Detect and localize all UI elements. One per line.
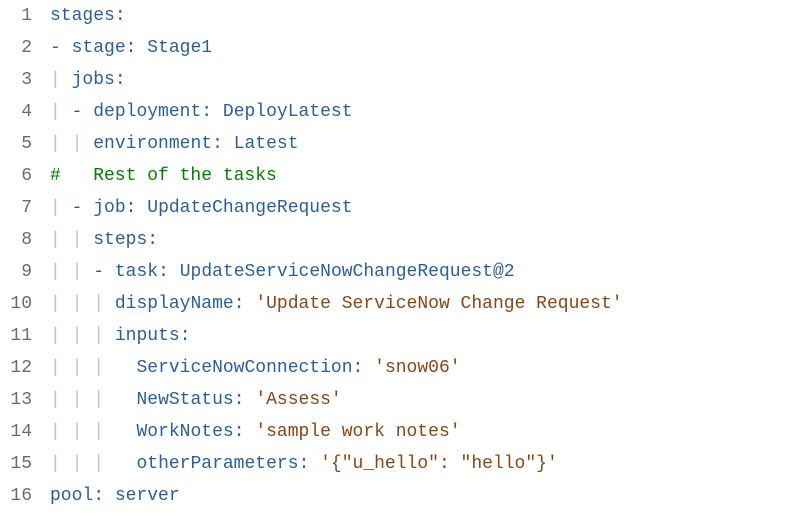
line-number: 13 bbox=[0, 384, 32, 416]
code-content[interactable]: stages:- stage: Stage1| jobs:| - deploym… bbox=[50, 0, 623, 513]
code-line: | - job: UpdateChangeRequest bbox=[50, 192, 623, 224]
line-number: 16 bbox=[0, 480, 32, 512]
code-line: | | | ServiceNowConnection: 'snow06' bbox=[50, 352, 623, 384]
line-number: 1 bbox=[0, 0, 32, 32]
code-line: | | environment: Latest bbox=[50, 128, 623, 160]
line-number: 10 bbox=[0, 288, 32, 320]
line-number: 7 bbox=[0, 192, 32, 224]
line-number: 8 bbox=[0, 224, 32, 256]
code-line: | | | NewStatus: 'Assess' bbox=[50, 384, 623, 416]
code-line: # Rest of the tasks bbox=[50, 160, 623, 192]
line-number: 3 bbox=[0, 64, 32, 96]
code-line: | | | displayName: 'Update ServiceNow Ch… bbox=[50, 288, 623, 320]
code-line: - stage: Stage1 bbox=[50, 32, 623, 64]
code-line: | | - task: UpdateServiceNowChangeReques… bbox=[50, 256, 623, 288]
line-number: 12 bbox=[0, 352, 32, 384]
code-line: | jobs: bbox=[50, 64, 623, 96]
line-number: 9 bbox=[0, 256, 32, 288]
line-number: 11 bbox=[0, 320, 32, 352]
line-number-gutter: 12345678910111213141516 bbox=[0, 0, 50, 513]
line-number: 15 bbox=[0, 448, 32, 480]
code-line: stages: bbox=[50, 0, 623, 32]
line-number: 2 bbox=[0, 32, 32, 64]
line-number: 5 bbox=[0, 128, 32, 160]
line-number: 6 bbox=[0, 160, 32, 192]
code-line: | - deployment: DeployLatest bbox=[50, 96, 623, 128]
code-line: | | steps: bbox=[50, 224, 623, 256]
code-line: | | | WorkNotes: 'sample work notes' bbox=[50, 416, 623, 448]
code-line: | | | inputs: bbox=[50, 320, 623, 352]
code-line: pool: server bbox=[50, 480, 623, 512]
line-number: 14 bbox=[0, 416, 32, 448]
code-editor: 12345678910111213141516 stages:- stage: … bbox=[0, 0, 786, 513]
code-line: | | | otherParameters: '{"u_hello": "hel… bbox=[50, 448, 623, 480]
line-number: 4 bbox=[0, 96, 32, 128]
